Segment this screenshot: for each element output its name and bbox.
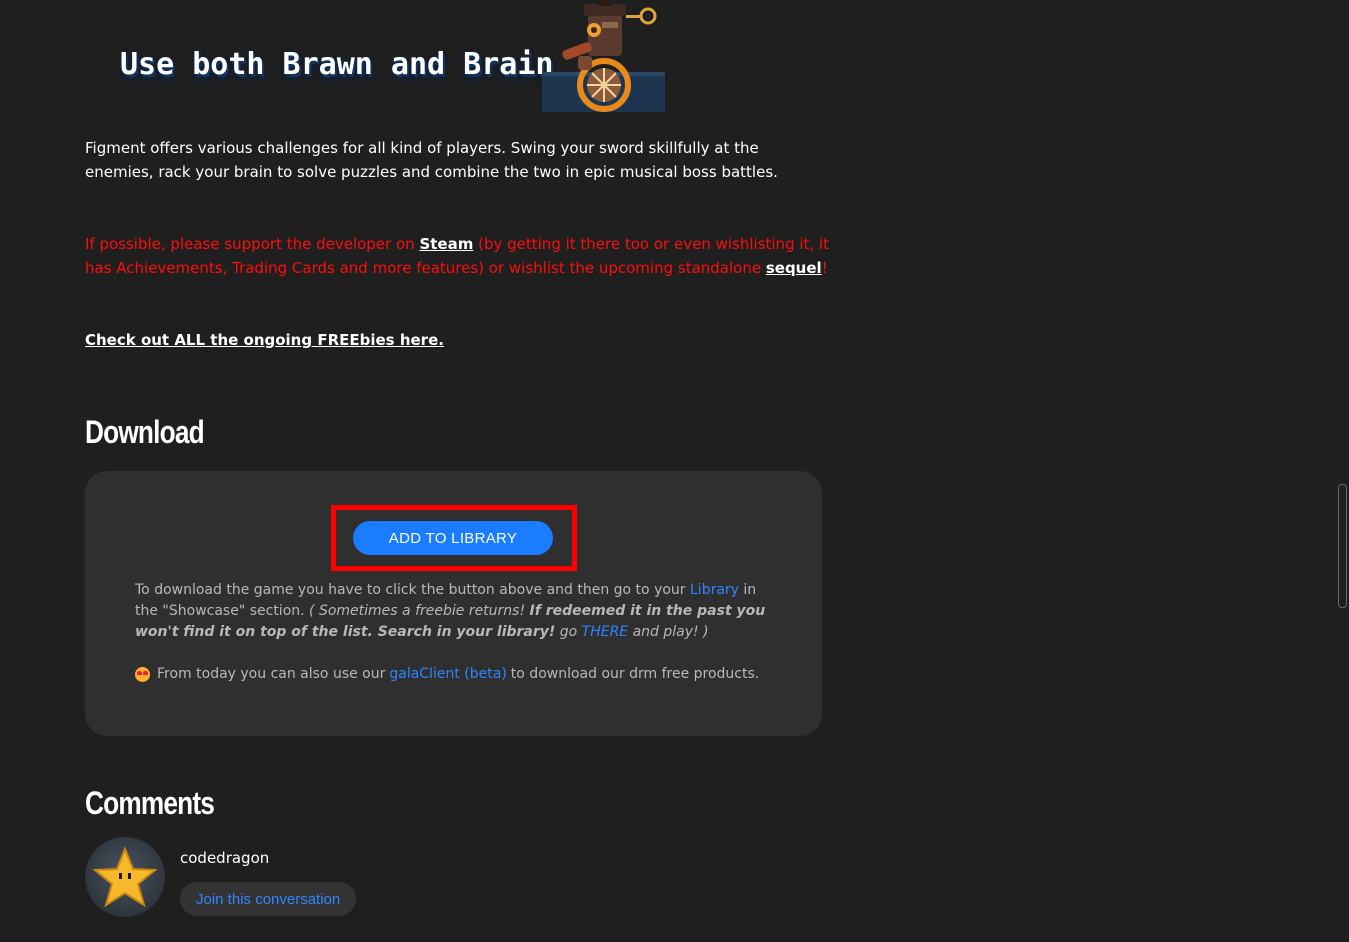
client-prefix: From today you can also use our <box>157 666 386 682</box>
game-description: Figment offers various challenges for al… <box>85 139 778 181</box>
star-struck-emoji-icon <box>135 667 150 682</box>
download-instructions: To download the game you have to click t… <box>135 580 775 643</box>
banner-text: Use both Brawn and Brain <box>120 47 554 82</box>
library-link[interactable]: Library <box>690 582 739 598</box>
steam-link[interactable]: Steam <box>419 235 473 253</box>
page: Use both Brawn and Brain Figment offers … <box>0 0 1349 942</box>
freebies-link[interactable]: Check out ALL the ongoing FREEbies here. <box>85 331 444 349</box>
info-text-1: To download the game you have to click t… <box>135 582 690 598</box>
comment-entry: codedragon Join this conversation <box>85 837 485 917</box>
add-to-library-button[interactable]: ADD TO LIBRARY <box>353 521 553 555</box>
robot-character-art <box>542 0 665 112</box>
client-suffix: to download our drm free products. <box>510 666 760 682</box>
freebies-block: Check out ALL the ongoing FREEbies here. <box>85 328 830 352</box>
galaclient-notice: From today you can also use our galaClie… <box>135 664 775 685</box>
sequel-link[interactable]: sequel <box>766 259 822 277</box>
comment-username[interactable]: codedragon <box>180 849 269 867</box>
comments-heading: Comments <box>85 785 215 821</box>
info-italic-1: ( Sometimes a freebie returns! <box>309 603 530 619</box>
support-notice: If possible, please support the develope… <box>85 232 830 280</box>
avatar[interactable] <box>85 837 165 917</box>
join-conversation-button[interactable]: Join this conversation <box>180 882 357 916</box>
galaclient-link[interactable]: galaClient (beta) <box>389 664 506 685</box>
scrollbar-thumb[interactable] <box>1338 484 1347 608</box>
download-card: ADD TO LIBRARY To download the game you … <box>85 471 822 736</box>
scrollbar-track[interactable] <box>1337 0 1349 942</box>
support-text-1: If possible, please support the develope… <box>85 235 420 253</box>
info-italic-3: and play! ) <box>628 624 709 640</box>
there-link[interactable]: THERE <box>582 624 629 640</box>
download-heading: Download <box>85 414 205 450</box>
banner: Use both Brawn and Brain <box>120 0 665 112</box>
support-text-3: ! <box>821 259 828 277</box>
info-italic-2: go <box>555 624 582 640</box>
star-icon <box>92 846 158 908</box>
